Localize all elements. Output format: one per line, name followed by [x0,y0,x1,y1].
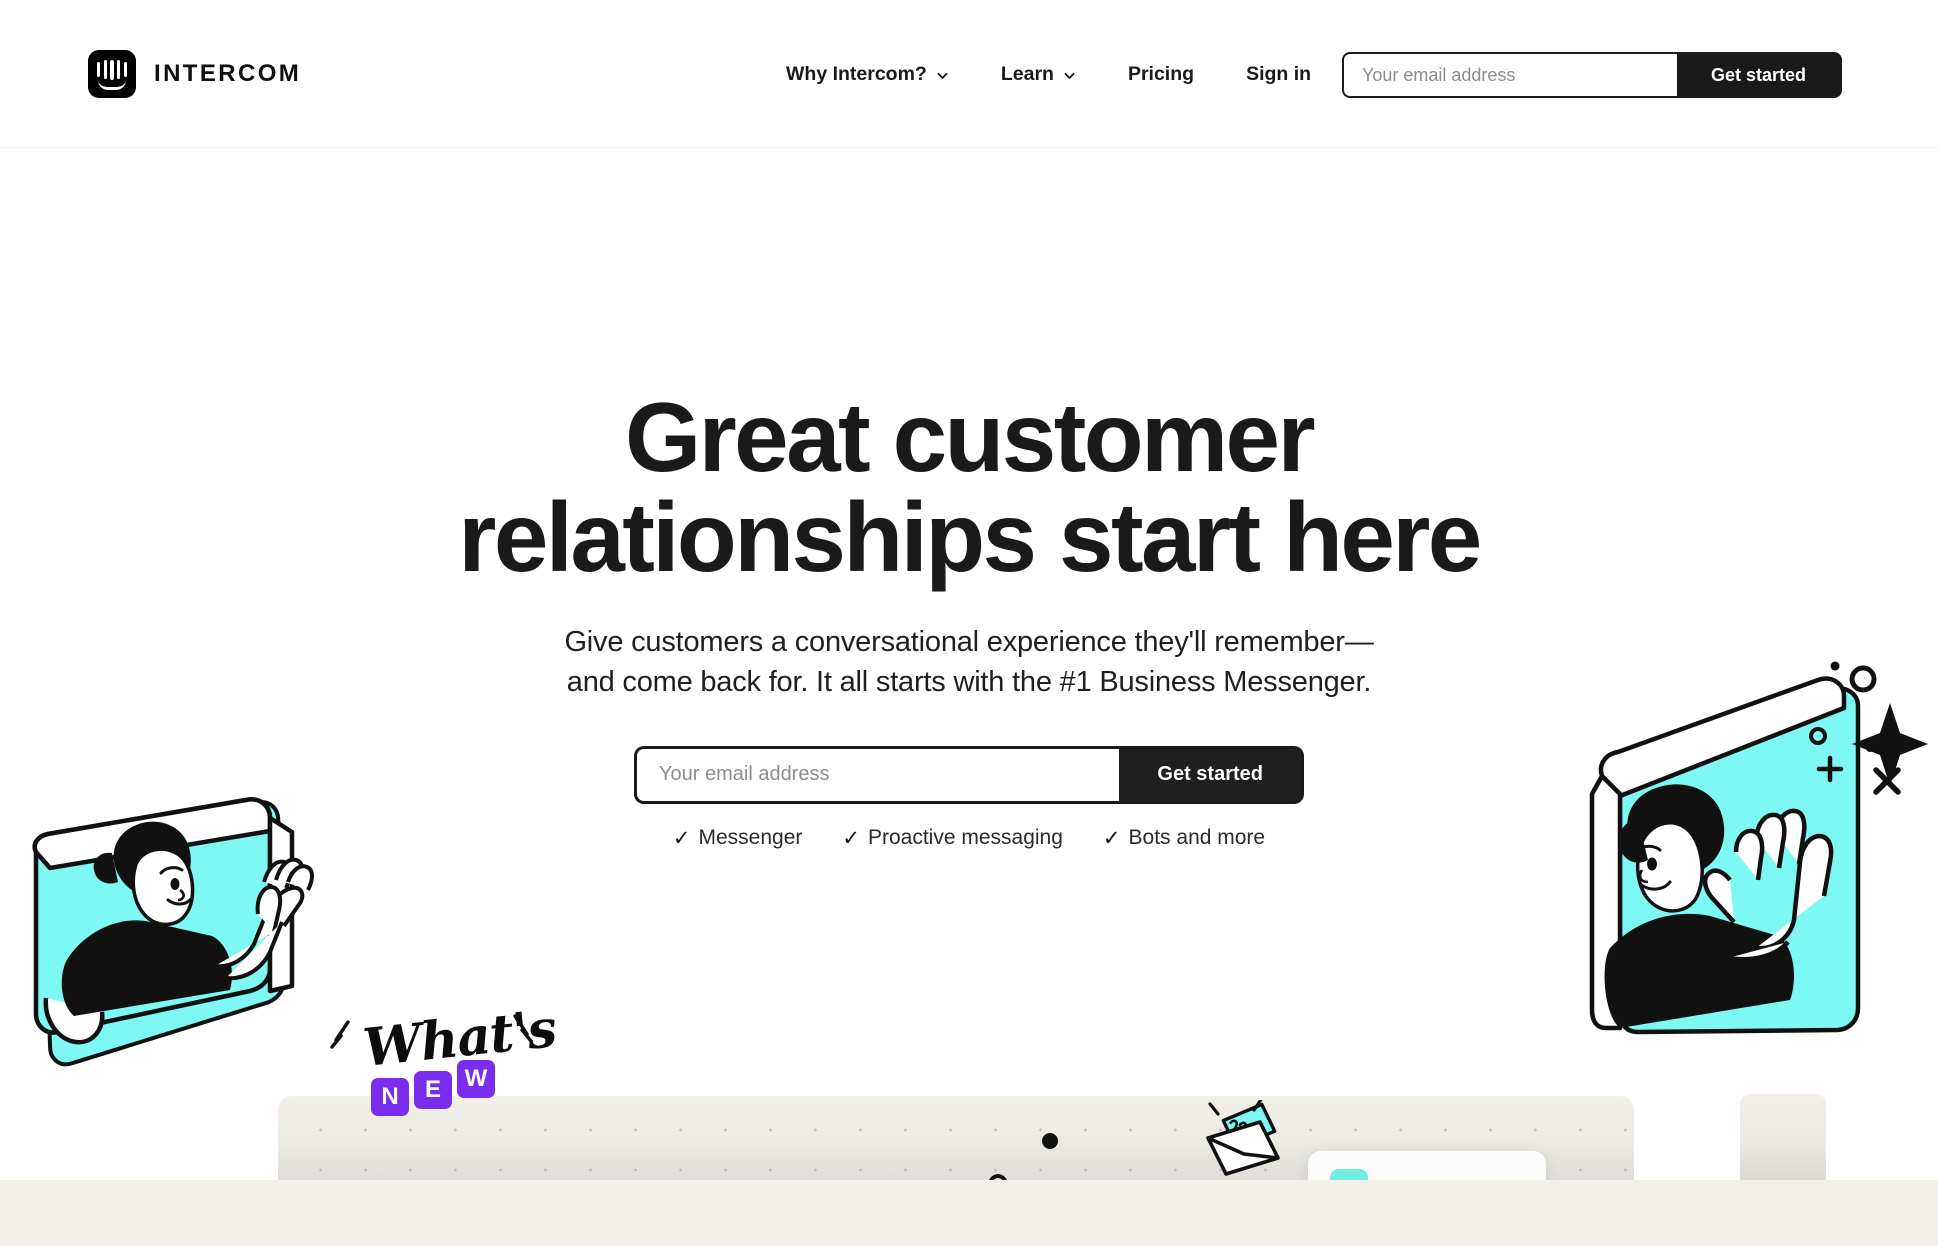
hero-feature-list: ✓ Messenger ✓ Proactive messaging ✓ Bots… [349,826,1589,851]
open-envelope-icon [1198,1096,1284,1180]
site-header: INTERCOM Why Intercom? Learn Pricing Sig… [0,0,1938,148]
person-waving-from-device-icon [30,668,350,1068]
hero-section: Great customer relationships start here … [0,148,1938,1088]
feature-item-messenger: ✓ Messenger [673,826,803,851]
hero-get-started-button[interactable]: Get started [1119,748,1301,801]
header-get-started-button[interactable]: Get started [1676,54,1840,96]
subhead-line-1: Give customers a conversational experien… [564,625,1374,658]
nav-item-sign-in[interactable]: Sign in [1220,63,1337,86]
check-icon: ✓ [842,826,860,850]
showcase-panel-secondary [1740,1094,1826,1180]
brand-name: INTERCOM [154,60,302,87]
feature-item-bots-and-more: ✓ Bots and more [1103,826,1265,851]
header-signup-form: Get started [1342,52,1842,98]
intercom-logo-icon [88,50,136,98]
page-root: INTERCOM Why Intercom? Learn Pricing Sig… [0,0,1938,1246]
brand-logo[interactable]: INTERCOM [88,50,301,98]
primary-nav: Why Intercom? Learn Pricing Sign in [760,0,1337,148]
header-email-input[interactable] [1344,54,1677,96]
nav-item-pricing[interactable]: Pricing [1102,63,1220,86]
headline-line-2: relationships start here [458,481,1482,592]
whats-new-badge: What's N E W [330,998,559,1128]
tile-letter-n: N [371,1078,409,1116]
chevron-down-icon [1063,69,1076,82]
filled-dot-icon [1042,1133,1058,1149]
page-title: Great customer relationships start here [349,387,1589,588]
nav-item-why-intercom[interactable]: Why Intercom? [760,63,975,86]
nav-label: Why Intercom? [786,62,927,85]
headline-line-1: Great customer [625,382,1316,492]
hero-content: Great customer relationships start here … [349,148,1589,851]
check-icon: ✓ [672,826,691,850]
hero-subheadline: Give customers a conversational experien… [349,622,1589,702]
feature-item-proactive-messaging: ✓ Proactive messaging [842,826,1063,851]
feature-label: Proactive messaging [867,826,1063,850]
nav-label: Pricing [1127,62,1195,85]
whats-new-tiles: N E W [371,1060,495,1116]
check-icon: ✓ [1102,826,1121,850]
chevron-down-icon [936,69,949,82]
subhead-line-2: and come back for. It all starts with th… [566,665,1372,698]
nav-label: Learn [1000,62,1054,85]
feature-label: Bots and more [1128,826,1266,850]
hero-email-input[interactable] [637,748,1120,801]
hero-signup-form: Get started [634,745,1304,804]
nav-item-learn[interactable]: Learn [975,63,1102,86]
nav-label: Sign in [1246,62,1312,85]
tile-letter-e: E [414,1071,452,1109]
bottom-band [0,1180,1938,1246]
person-waving-from-device-sparkles-icon [1580,648,1930,1048]
tile-letter-w: W [457,1060,495,1098]
feature-label: Messenger [698,826,803,850]
